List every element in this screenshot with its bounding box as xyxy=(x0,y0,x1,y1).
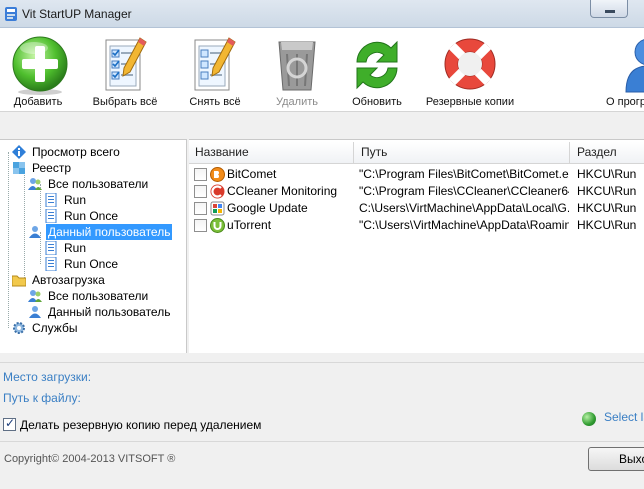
row-checkbox[interactable] xyxy=(194,219,207,232)
tree-label: Просмотр всего xyxy=(32,145,120,159)
gear-icon xyxy=(13,322,25,334)
column-path[interactable]: Путь xyxy=(361,145,387,159)
tree-label: Все пользователи xyxy=(48,289,149,303)
exit-label: Выхо xyxy=(619,452,644,466)
window-title: Vit StartUP Manager xyxy=(22,7,132,21)
select-all-button[interactable]: Выбрать всё xyxy=(90,28,160,112)
globe-icon xyxy=(582,412,596,426)
users-icon xyxy=(28,290,42,302)
backups-label: Резервные копии xyxy=(425,96,515,108)
toolbar: Добавить Выбрать всё Снять всё Удалить О… xyxy=(0,28,644,112)
google-update-icon xyxy=(210,201,225,216)
user-icon xyxy=(29,226,41,238)
main-content: Просмотр всего Реестр Все пользователи R… xyxy=(0,112,644,362)
bitcomet-icon xyxy=(210,167,225,182)
details-panel: Место загрузки: Путь к файлу: Делать рез… xyxy=(0,362,644,489)
deselect-all-label: Снять всё xyxy=(189,96,241,108)
utorrent-icon xyxy=(210,218,225,233)
row-section: HKCU\Run xyxy=(577,167,637,181)
tree-label: Данный пользователь xyxy=(46,224,173,240)
delete-label: Удалить xyxy=(276,96,318,108)
column-divider[interactable] xyxy=(569,142,570,164)
delete-button[interactable]: Удалить xyxy=(264,28,330,112)
row-name: Google Update xyxy=(227,201,308,215)
row-name: uTorrent xyxy=(227,218,272,232)
tree-label: Run Once xyxy=(64,257,119,271)
row-checkbox[interactable] xyxy=(194,202,207,215)
row-name: CCleaner Monitoring xyxy=(227,184,338,198)
document-icon xyxy=(45,257,57,271)
lifebuoy-icon xyxy=(444,38,496,90)
category-tree: Просмотр всего Реестр Все пользователи R… xyxy=(0,139,187,353)
table-row[interactable]: BitComet "C:\Program Files\BitComet\BitC… xyxy=(189,166,644,183)
divider xyxy=(0,441,644,442)
row-name: BitComet xyxy=(227,167,277,181)
location-label: Место загрузки: xyxy=(3,370,92,384)
ccleaner-icon xyxy=(210,184,225,199)
list-header: Название Путь Раздел xyxy=(189,142,644,164)
row-path: "C:\Program Files\CCleaner\CCleaner64...… xyxy=(359,184,569,198)
column-section[interactable]: Раздел xyxy=(577,145,617,159)
row-path: C:\Users\VirtMachine\AppData\Local\G... xyxy=(359,201,569,215)
tree-label: Автозагрузка xyxy=(32,273,105,287)
column-divider[interactable] xyxy=(353,142,354,164)
document-icon xyxy=(45,241,57,255)
tree-connector xyxy=(8,152,9,328)
tree-label: Run xyxy=(64,241,87,255)
about-label: О прогр xyxy=(606,96,644,108)
tree-connector xyxy=(24,168,25,282)
checklist-pencil-icon xyxy=(105,37,147,91)
refresh-label: Обновить xyxy=(352,96,402,108)
app-window: Vit StartUP Manager Добавить Выбрать всё… xyxy=(0,0,644,489)
app-icon xyxy=(5,7,17,21)
about-button[interactable]: О прогр xyxy=(604,28,644,112)
tree-label: Run Once xyxy=(64,209,119,223)
tree-label: Реестр xyxy=(32,161,71,175)
table-row[interactable]: uTorrent "C:\Users\VirtMachine\AppData\R… xyxy=(189,217,644,234)
add-button[interactable]: Добавить xyxy=(4,28,72,112)
tree-label: Все пользователи xyxy=(48,177,149,191)
row-section: HKCU\Run xyxy=(577,184,637,198)
refresh-icon xyxy=(356,40,398,90)
tree-label: Службы xyxy=(32,321,78,335)
title-bar: Vit StartUP Manager xyxy=(0,0,644,28)
folder-icon xyxy=(12,275,26,287)
column-name[interactable]: Название xyxy=(195,145,249,159)
select-language-link[interactable]: Select la xyxy=(604,410,644,424)
refresh-button[interactable]: Обновить xyxy=(346,28,408,112)
row-checkbox[interactable] xyxy=(194,185,207,198)
document-icon xyxy=(45,193,57,207)
checklist-pencil-empty-icon xyxy=(194,37,236,91)
file-path-label: Путь к файлу: xyxy=(3,391,81,405)
user-icon xyxy=(29,306,41,318)
row-path: "C:\Program Files\BitComet\BitComet.exe.… xyxy=(359,167,569,181)
add-label: Добавить xyxy=(13,96,63,108)
tree-label: Данный пользователь xyxy=(48,305,171,319)
backup-checkbox-label[interactable]: Делать резервную копию перед удалением xyxy=(20,418,261,432)
document-icon xyxy=(45,209,57,223)
row-section: HKCU\Run xyxy=(577,201,637,215)
add-icon xyxy=(12,36,68,95)
select-all-label: Выбрать всё xyxy=(92,96,158,108)
table-row[interactable]: CCleaner Monitoring "C:\Program Files\CC… xyxy=(189,183,644,200)
tree-label: Run xyxy=(64,193,87,207)
deselect-all-button[interactable]: Снять всё xyxy=(182,28,248,112)
copyright-text: Copyright© 2004-2013 VITSOFT ® xyxy=(4,453,176,465)
users-icon xyxy=(28,178,42,190)
row-path: "C:\Users\VirtMachine\AppData\Roamin... xyxy=(359,218,569,232)
minimize-button[interactable] xyxy=(590,0,628,18)
backup-checkbox[interactable] xyxy=(3,416,16,431)
exit-button[interactable]: Выхо xyxy=(588,447,644,471)
backups-button[interactable]: Резервные копии xyxy=(422,28,518,112)
table-row[interactable]: Google Update C:\Users\VirtMachine\AppDa… xyxy=(189,200,644,217)
user-info-icon xyxy=(625,39,644,93)
row-section: HKCU\Run xyxy=(577,218,637,232)
row-checkbox[interactable] xyxy=(194,168,207,181)
trash-icon xyxy=(278,41,316,91)
startup-list: Название Путь Раздел BitComet "C:\Progra… xyxy=(189,139,644,353)
info-icon xyxy=(12,145,26,159)
registry-icon xyxy=(13,162,25,174)
